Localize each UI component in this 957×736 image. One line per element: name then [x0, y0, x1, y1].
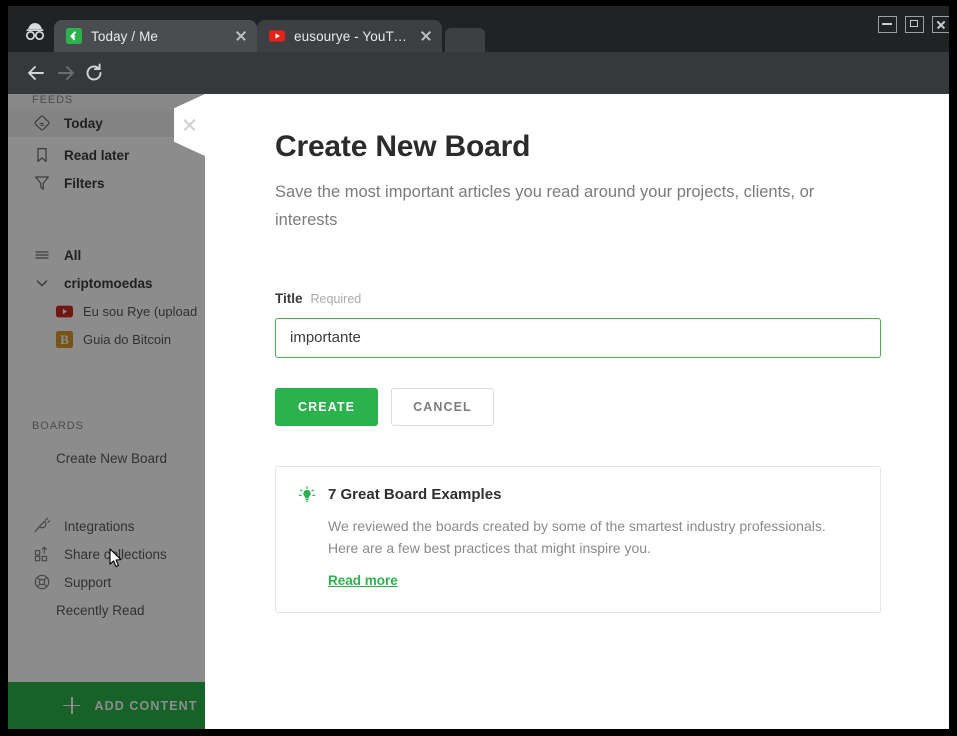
modal-subtitle: Save the most important articles you rea…: [275, 183, 815, 230]
modal-body: Create New Board Save the most important…: [275, 130, 895, 613]
title-field-block: Title Required: [275, 291, 895, 358]
back-arrow-icon[interactable]: [24, 61, 48, 85]
youtube-logo-icon: [269, 28, 285, 44]
board-title-input[interactable]: [275, 317, 881, 358]
browser-tab-today-me[interactable]: Today / Me: [54, 20, 257, 52]
create-new-board-modal: Create New Board Save the most important…: [174, 94, 949, 729]
browser-tab-strip: Today / Me eusourye - YouTube: [8, 6, 949, 52]
feedly-logo-icon: [66, 28, 82, 44]
incognito-hat-icon: [20, 20, 50, 42]
reload-icon[interactable]: [82, 61, 106, 85]
close-icon[interactable]: [233, 28, 249, 44]
page-viewport: Today Read later Filters FEEDS All cript…: [8, 94, 949, 729]
tab-title: eusourye - YouTube: [294, 28, 412, 44]
board-examples-info-card: 7 Great Board Examples We reviewed the b…: [275, 465, 881, 613]
read-more-link[interactable]: Read more: [328, 573, 398, 588]
new-tab-button[interactable]: [445, 28, 485, 52]
browser-window: Today / Me eusourye - YouTube Today Read…: [8, 6, 949, 729]
modal-title: Create New Board: [275, 130, 531, 163]
close-icon[interactable]: [932, 16, 949, 33]
info-card-title: 7 Great Board Examples: [328, 486, 502, 504]
info-card-header: 7 Great Board Examples: [298, 486, 858, 504]
minimize-icon[interactable]: [878, 16, 897, 33]
lightbulb-icon: [298, 486, 316, 504]
title-field-label: Title: [275, 290, 303, 306]
create-button[interactable]: CREATE: [275, 387, 379, 426]
tab-title: Today / Me: [91, 28, 159, 44]
modal-button-row: CREATE CANCEL: [275, 387, 895, 426]
browser-toolbar: https://feedly.com/i/my uO: [8, 52, 949, 133]
forward-arrow-icon: [54, 61, 78, 85]
maximize-icon[interactable]: [905, 16, 924, 33]
close-icon[interactable]: [418, 28, 434, 44]
info-card-body: We reviewed the boards created by some o…: [328, 517, 826, 557]
browser-tab-eusourye-youtube[interactable]: eusourye - YouTube: [257, 20, 442, 52]
close-icon[interactable]: [182, 117, 197, 132]
cancel-button[interactable]: CANCEL: [391, 387, 494, 426]
title-field-label-row: Title Required: [275, 291, 895, 306]
title-field-required-hint: Required: [310, 291, 362, 306]
